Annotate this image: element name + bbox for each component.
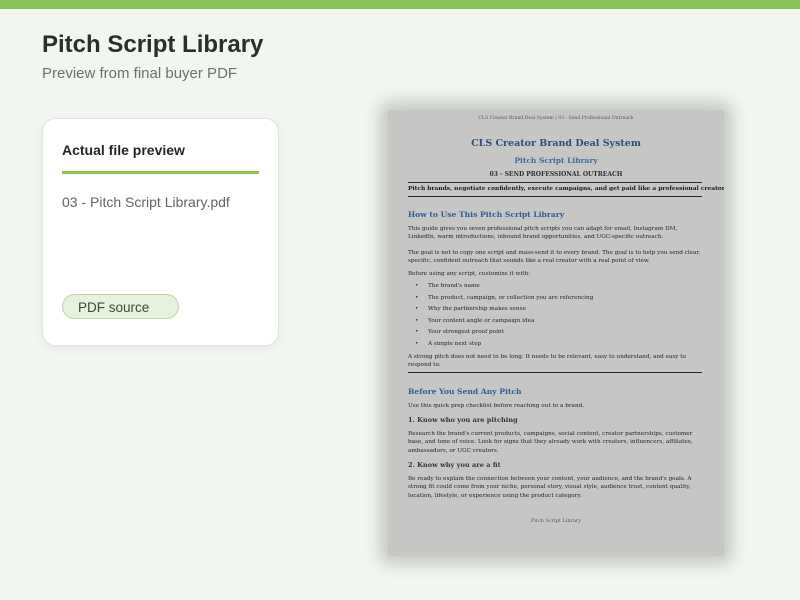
file-preview-card: Actual file preview 03 - Pitch Script Li… (42, 118, 279, 346)
doc-subtitle: Pitch Script Library (514, 156, 598, 165)
doc-section-heading: How to Use This Pitch Script Library (408, 210, 565, 219)
doc-bullet-item: Your content angle or campaign idea (408, 316, 702, 328)
doc-rule (408, 182, 702, 183)
doc-paragraph: Research the brand's current products, c… (408, 431, 693, 454)
doc-paragraph: A strong pitch does not need to be long.… (408, 354, 687, 369)
top-accent-bar (0, 0, 800, 9)
doc-bullet-item: The brand's name (408, 281, 702, 293)
doc-bullet-item: Why the partnership makes sense (408, 304, 702, 316)
doc-running-header: CLS Creator Brand Deal System | 03 - Sen… (478, 116, 634, 121)
doc-bullet-list: The brand's name The product, campaign, … (408, 281, 702, 350)
doc-paragraph: Use this quick prep checklist before rea… (408, 403, 585, 409)
doc-title: CLS Creator Brand Deal System (471, 138, 641, 149)
pdf-page-preview: CLS Creator Brand Deal System | 03 - Sen… (388, 110, 724, 556)
doc-paragraph: Before using any script, customize it wi… (408, 271, 531, 277)
doc-tagline: Pitch brands, negotiate confidently, exe… (408, 185, 724, 192)
doc-subheading: 2. Know why you are a fit (408, 461, 501, 469)
doc-rule (408, 372, 702, 373)
doc-section-heading: Before You Send Any Pitch (408, 387, 522, 396)
doc-paragraph: Be ready to explain the connection betwe… (408, 476, 692, 499)
doc-bullet-item: The product, campaign, or collection you… (408, 293, 702, 305)
pdf-source-badge[interactable]: PDF source (62, 294, 179, 319)
doc-paragraph: The goal is not to copy one script and m… (408, 250, 701, 265)
doc-paragraph: This guide gives you seven professional … (408, 226, 678, 241)
page-subtitle: Preview from final buyer PDF (42, 65, 238, 82)
doc-bullet-item: A simple next step (408, 339, 702, 351)
doc-bullet-item: Your strongest proof point (408, 327, 702, 339)
doc-step-label: 03 - SEND PROFESSIONAL OUTREACH (489, 171, 623, 178)
doc-footer: Pitch Script Library (530, 518, 582, 524)
card-divider (62, 171, 259, 174)
doc-rule (408, 196, 702, 197)
file-name[interactable]: 03 - Pitch Script Library.pdf (62, 194, 230, 210)
doc-subheading: 1. Know who you are pitching (408, 416, 518, 424)
card-title: Actual file preview (62, 142, 185, 158)
page-title: Pitch Script Library (42, 31, 264, 58)
